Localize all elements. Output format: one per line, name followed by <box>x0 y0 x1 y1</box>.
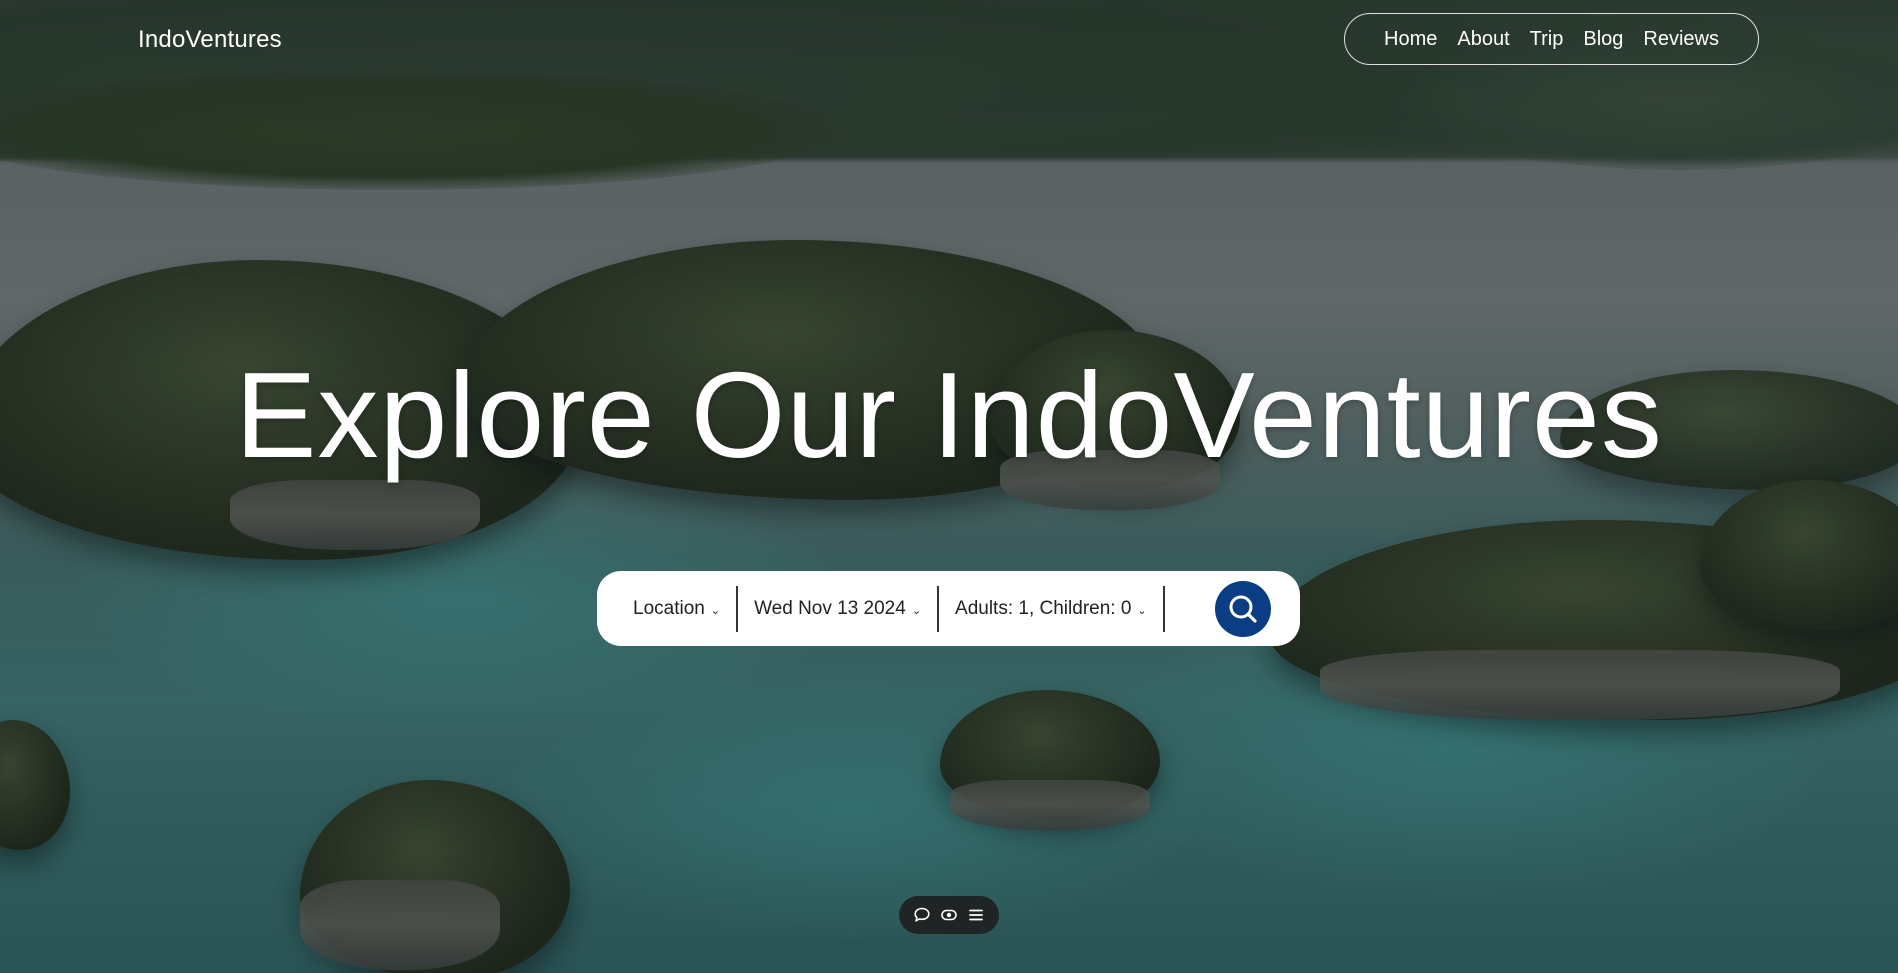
nav-reviews[interactable]: Reviews <box>1643 28 1719 51</box>
main-nav: Home About Trip Blog Reviews <box>1344 13 1759 65</box>
hero-headline: Explore Our IndoVentures <box>235 347 1663 483</box>
date-label: Wed Nov 13 2024 <box>754 597 906 619</box>
chevron-down-icon: ⌄ <box>710 605 721 617</box>
comment-icon[interactable] <box>911 904 933 926</box>
guests-dropdown[interactable]: Adults: 1, Children: 0 ⌄ <box>955 598 1147 620</box>
search-button[interactable] <box>1214 580 1271 637</box>
divider <box>736 585 739 632</box>
chevron-down-icon: ⌄ <box>1137 605 1147 617</box>
search-bar: Location ⌄ Wed Nov 13 2024 ⌄ Adults: 1, … <box>597 571 1300 646</box>
search-icon <box>1229 595 1257 623</box>
nav-about[interactable]: About <box>1457 28 1509 51</box>
location-label: Location <box>633 597 705 619</box>
divider <box>1162 585 1165 632</box>
hero-background <box>0 0 1898 973</box>
nav-blog[interactable]: Blog <box>1583 28 1623 51</box>
brand-logo[interactable]: IndoVentures <box>138 26 282 54</box>
nav-trip[interactable]: Trip <box>1530 28 1564 51</box>
divider <box>937 585 940 632</box>
menu-icon[interactable] <box>965 904 987 926</box>
floating-toolbar <box>899 896 999 934</box>
eye-toggle-icon[interactable] <box>938 904 960 926</box>
guests-label: Adults: 1, Children: 0 <box>955 597 1132 619</box>
nav-home[interactable]: Home <box>1384 28 1437 51</box>
location-dropdown[interactable]: Location ⌄ <box>633 598 720 620</box>
chevron-down-icon: ⌄ <box>911 605 922 617</box>
date-dropdown[interactable]: Wed Nov 13 2024 ⌄ <box>754 598 921 620</box>
